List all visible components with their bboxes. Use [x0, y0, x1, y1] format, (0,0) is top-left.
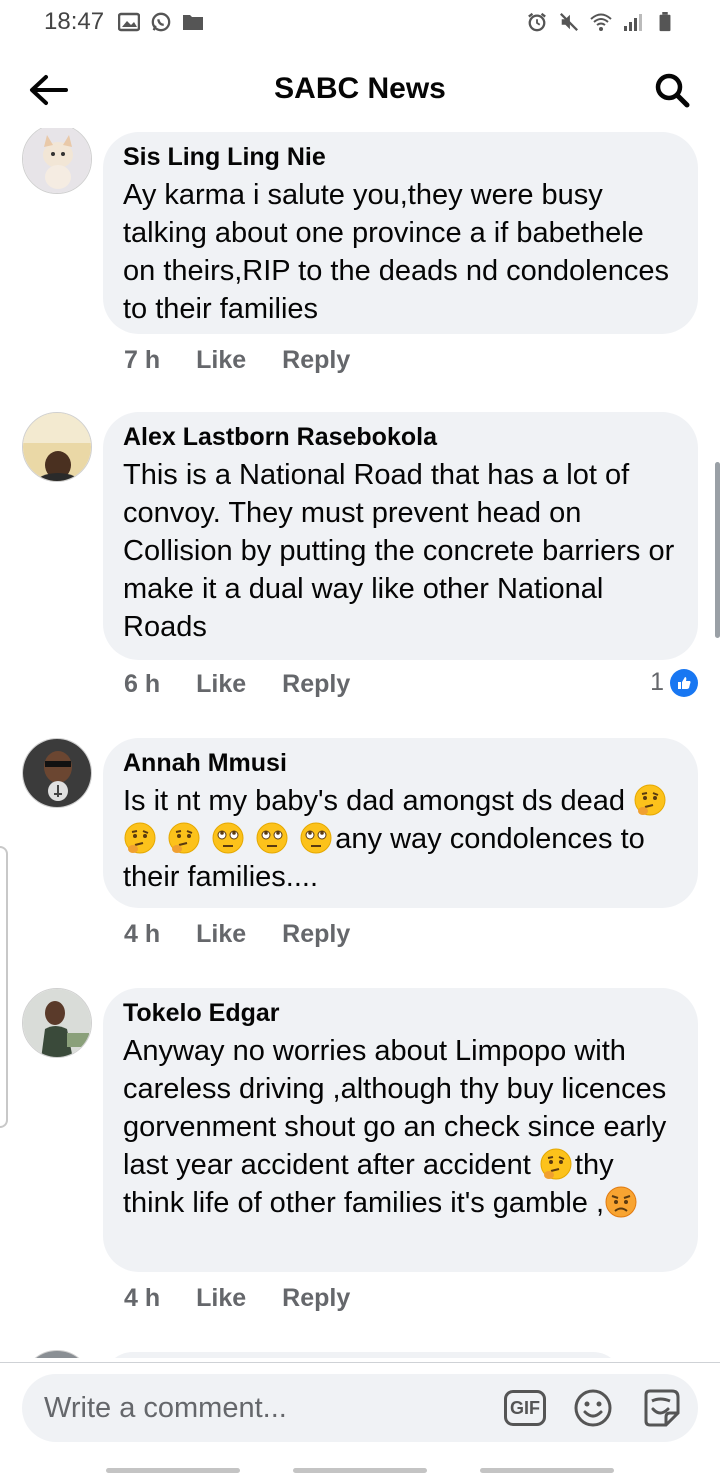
alarm-icon — [528, 12, 546, 32]
smiley-icon — [574, 1389, 612, 1427]
search-button[interactable] — [650, 68, 694, 112]
like-button[interactable]: Like — [196, 1284, 246, 1313]
like-button[interactable]: Like — [196, 670, 246, 699]
gif-icon: GIF — [504, 1390, 546, 1426]
battery-icon — [659, 12, 671, 32]
frowning-emoji-icon — [605, 1186, 637, 1218]
comment-text: Is it nt my baby's dad amongst ds dead a… — [123, 782, 678, 896]
gallery-icon — [118, 12, 141, 32]
sticker-button[interactable] — [640, 1387, 682, 1429]
scrollbar[interactable] — [715, 462, 720, 638]
nav-back[interactable] — [479, 1467, 614, 1473]
signal-icon — [624, 14, 642, 31]
comment-actions: 4 h Like Reply — [124, 1284, 350, 1313]
sticker-icon — [644, 1389, 680, 1427]
divider — [0, 1362, 720, 1363]
comment-author[interactable]: Sis Ling Ling Nie — [123, 142, 678, 172]
comment-bubble[interactable]: Annah Mmusi Is it nt my baby's dad among… — [103, 738, 698, 908]
gif-button[interactable]: GIF — [504, 1387, 546, 1429]
system-nav-bar — [0, 1460, 720, 1480]
nav-recent-apps[interactable] — [106, 1467, 241, 1473]
header: SABC News — [0, 54, 720, 124]
comment-time[interactable]: 7 h — [124, 346, 160, 375]
reply-button[interactable]: Reply — [282, 920, 350, 949]
emoji-button[interactable] — [572, 1387, 614, 1429]
comment-bubble[interactable] — [103, 1352, 623, 1358]
nav-home[interactable] — [292, 1467, 427, 1473]
back-arrow-icon — [30, 75, 68, 105]
reply-button[interactable]: Reply — [282, 670, 350, 699]
comment-author: Annah Mmusi — [123, 749, 287, 777]
avatar[interactable] — [22, 1350, 92, 1358]
reply-button[interactable]: Reply — [282, 1284, 350, 1313]
reaction-count: 1 — [650, 668, 664, 696]
comment-bubble[interactable]: Alex Lastborn Rasebokola This is a Natio… — [103, 412, 698, 660]
avatar[interactable] — [22, 988, 92, 1058]
like-button[interactable]: Like — [196, 920, 246, 949]
comment-author[interactable]: Alex Lastborn Rasebokola — [123, 422, 678, 452]
wifi-icon — [590, 13, 612, 31]
comment-actions: 7 h Like Reply — [124, 346, 350, 375]
avatar[interactable] — [22, 738, 92, 808]
comment-author[interactable]: Tokelo Edgar — [123, 998, 678, 1028]
comment-actions: 6 h Like Reply — [124, 670, 350, 699]
thinking-emoji-icon — [540, 1148, 572, 1180]
thinking-emoji-icon — [634, 784, 666, 816]
back-button[interactable] — [26, 68, 70, 112]
edge-panel-handle[interactable] — [0, 846, 8, 1128]
avatar[interactable] — [22, 412, 92, 482]
mute-icon — [560, 13, 578, 31]
reply-button[interactable]: Reply — [282, 346, 350, 375]
status-time: 18:47 — [44, 8, 105, 35]
status-bar: 18:47 — [0, 0, 720, 44]
comment-input[interactable]: Write a comment... — [44, 1392, 504, 1425]
comment-time[interactable]: 6 h — [124, 670, 160, 699]
comment-text-part: any way condolences to their families...… — [123, 823, 645, 893]
thinking-emoji-icon — [124, 822, 156, 854]
comment-composer[interactable]: Write a comment... GIF — [22, 1374, 698, 1442]
eye-roll-emoji-icon — [212, 822, 244, 854]
reaction-summary[interactable]: 1 — [650, 668, 698, 697]
comment-actions: 4 h Like Reply — [124, 920, 350, 949]
eye-roll-emoji-icon — [300, 822, 332, 854]
page-title: SABC News — [274, 72, 446, 105]
comments-list: Sis Ling Ling Nie Ay karma i salute you,… — [0, 128, 720, 1358]
thinking-emoji-icon — [168, 822, 200, 854]
avatar[interactable] — [22, 128, 92, 194]
comment-bubble[interactable]: Tokelo Edgar Anyway no worries about Lim… — [103, 988, 698, 1272]
folder-icon — [183, 15, 204, 30]
whatsapp-icon — [151, 12, 171, 32]
like-button[interactable]: Like — [196, 346, 246, 375]
thumbs-up-icon — [670, 668, 698, 697]
comment-time[interactable]: 4 h — [124, 1284, 160, 1313]
search-icon — [655, 73, 690, 108]
comment-time[interactable]: 4 h — [124, 920, 160, 949]
comment-text: Anyway no worries about Limpopo with car… — [123, 1032, 678, 1222]
comment-text: Ay karma i salute you,they were busy tal… — [123, 179, 670, 325]
comment-bubble[interactable]: Sis Ling Ling Nie Ay karma i salute you,… — [103, 132, 698, 334]
comment-text: This is a National Road that has a lot o… — [123, 459, 675, 643]
eye-roll-emoji-icon — [256, 822, 288, 854]
comment-text-part: Is it nt my baby's dad amongst ds dead — [123, 785, 626, 817]
